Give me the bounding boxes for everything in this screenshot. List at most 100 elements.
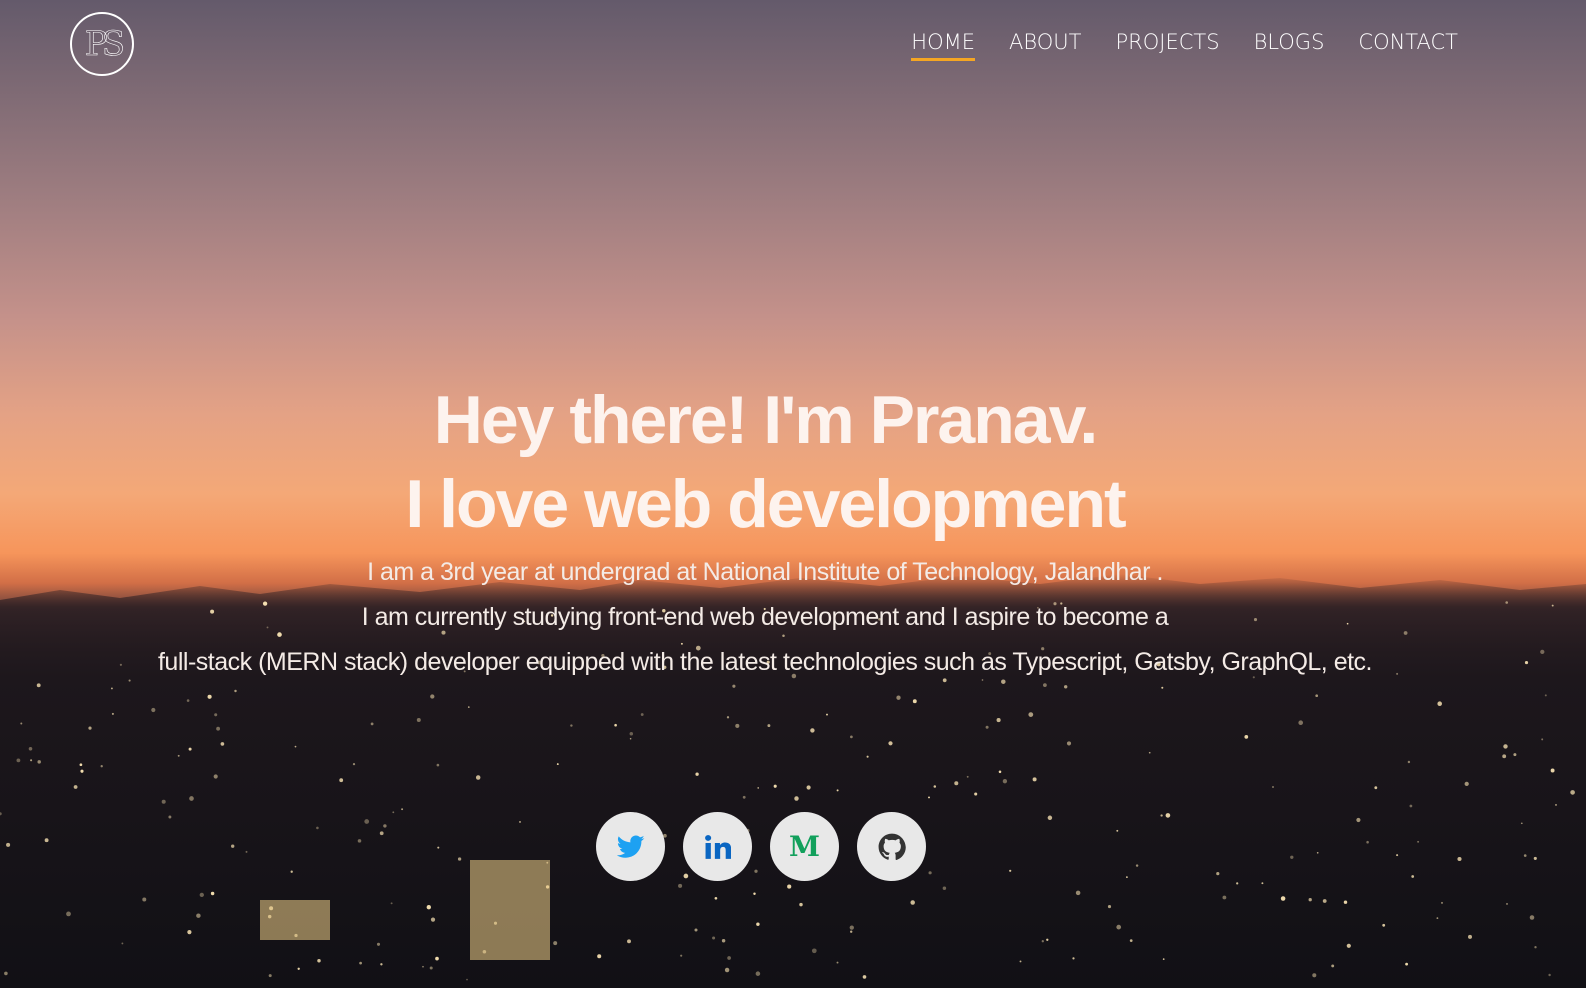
city-light — [1126, 876, 1128, 878]
city-light — [1570, 790, 1575, 795]
city-light — [1148, 751, 1151, 754]
city-light — [1064, 685, 1068, 689]
city-light — [1272, 786, 1274, 788]
city-light — [826, 713, 828, 716]
linkedin-icon — [704, 834, 731, 859]
github-button[interactable] — [857, 812, 926, 881]
site-logo[interactable]: PS — [70, 12, 134, 76]
city-light — [20, 722, 23, 725]
headline-line-2: I love web development — [405, 466, 1126, 542]
city-light — [1374, 786, 1378, 790]
city-light — [1396, 854, 1399, 857]
city-light — [214, 713, 218, 717]
city-light — [466, 978, 468, 981]
city-light — [79, 763, 83, 767]
nav-projects[interactable]: PROJECTS — [1115, 30, 1219, 61]
city-light — [1047, 815, 1053, 821]
nav-home[interactable]: HOME — [911, 30, 975, 61]
city-light — [357, 839, 362, 843]
nav-blogs[interactable]: BLOGS — [1254, 30, 1325, 61]
city-light — [1405, 962, 1409, 966]
city-light — [435, 956, 439, 961]
city-light — [1541, 738, 1544, 741]
city-light — [928, 871, 932, 875]
city-light — [73, 785, 78, 789]
city-light — [773, 784, 777, 788]
city-light — [1506, 902, 1508, 905]
city-light — [1520, 822, 1523, 825]
city-light — [849, 925, 854, 930]
nav-contact[interactable]: CONTACT — [1358, 30, 1458, 61]
city-light — [724, 967, 730, 973]
city-light — [712, 936, 716, 940]
city-light — [1161, 686, 1164, 689]
city-light — [37, 760, 41, 764]
city-light — [401, 808, 404, 811]
city-light — [177, 754, 180, 757]
city-light — [767, 724, 771, 728]
city-light — [910, 900, 915, 905]
city-light — [1407, 760, 1411, 764]
city-light — [757, 787, 760, 789]
city-light — [933, 785, 937, 788]
city-light — [680, 954, 683, 957]
city-light — [339, 778, 344, 783]
city-light — [168, 815, 172, 819]
hero-headline: Hey there! I'm Pranav. I love web develo… — [0, 378, 1530, 546]
city-light — [1550, 768, 1555, 773]
city-light — [836, 961, 839, 964]
city-light — [216, 726, 221, 731]
city-light — [317, 959, 321, 963]
city-light — [392, 811, 395, 814]
city-light — [1331, 964, 1335, 968]
twitter-icon — [616, 834, 645, 858]
city-light — [1409, 804, 1413, 808]
hero-section: PS HOME ABOUT PROJECTS BLOGS CONTACT Hey… — [0, 0, 1586, 988]
city-light — [597, 954, 602, 959]
city-light — [359, 961, 362, 965]
city-light — [627, 939, 631, 944]
city-light — [570, 724, 573, 727]
city-light — [912, 699, 917, 704]
city-light — [207, 694, 212, 699]
linkedin-button[interactable] — [683, 812, 752, 881]
city-light — [383, 824, 387, 828]
medium-button[interactable]: M — [770, 812, 839, 881]
city-light — [416, 718, 421, 722]
city-light — [1411, 875, 1415, 878]
city-light — [210, 891, 215, 896]
city-light — [1244, 735, 1249, 739]
city-light — [1551, 604, 1554, 607]
nav-about[interactable]: ABOUT — [1009, 30, 1081, 61]
city-light — [316, 826, 319, 830]
city-light — [151, 707, 156, 713]
city-light — [426, 905, 431, 910]
city-light — [850, 735, 853, 739]
city-light — [66, 911, 71, 917]
city-light — [6, 842, 11, 847]
city-light — [806, 785, 811, 790]
city-light — [379, 831, 384, 836]
city-light — [376, 942, 381, 946]
city-light — [1534, 946, 1537, 949]
city-light — [1298, 720, 1304, 726]
city-light — [231, 844, 235, 848]
city-light — [1548, 973, 1551, 977]
city-light — [28, 747, 33, 751]
city-light — [742, 795, 746, 799]
city-light — [189, 796, 194, 801]
headline-line-1: Hey there! I'm Pranav. — [433, 382, 1099, 458]
city-light — [996, 718, 1001, 723]
city-light — [1072, 957, 1075, 960]
city-light — [694, 928, 698, 932]
city-light — [1216, 872, 1220, 876]
city-light — [811, 948, 817, 954]
city-light — [220, 742, 225, 746]
city-light — [714, 896, 718, 900]
city-light — [430, 694, 435, 699]
city-light — [268, 974, 272, 978]
twitter-button[interactable] — [596, 812, 665, 881]
city-light — [467, 706, 470, 708]
city-light — [928, 796, 930, 799]
city-light — [850, 930, 853, 933]
